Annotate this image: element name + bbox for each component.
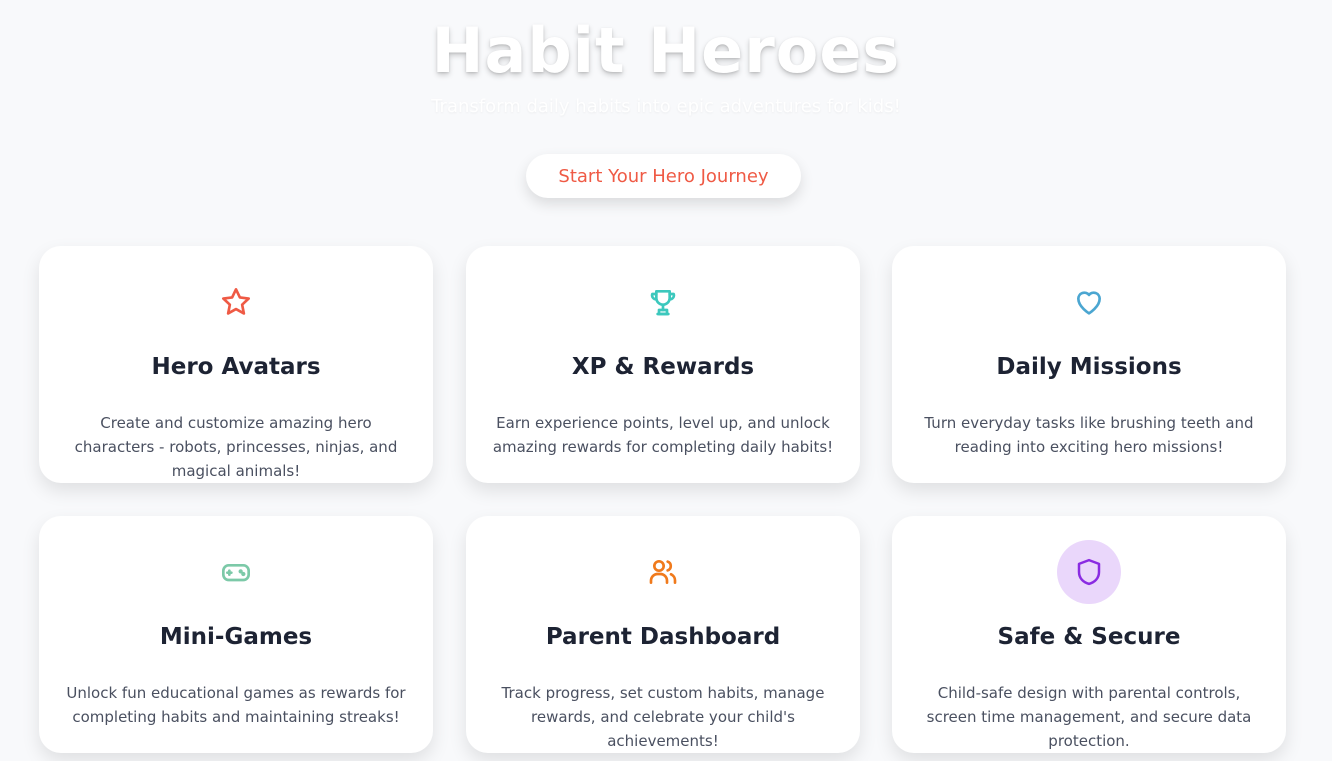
users-icon: [649, 560, 677, 584]
feature-card-daily-missions: Daily Missions Turn everyday tasks like …: [892, 246, 1286, 483]
icon-badge: [1057, 540, 1121, 604]
hero-section: Habit Heroes Transform daily habits into…: [0, 0, 1332, 246]
start-journey-button[interactable]: Start Your Hero Journey: [526, 154, 801, 198]
star-icon: [222, 288, 250, 315]
shield-icon: [1077, 558, 1101, 586]
page-title: Habit Heroes: [431, 14, 901, 87]
feature-card-hero-avatars: Hero Avatars Create and customize amazin…: [39, 246, 433, 483]
feature-title: Mini-Games: [159, 624, 313, 650]
feature-title: Hero Avatars: [151, 354, 321, 380]
feature-title: Daily Missions: [996, 354, 1182, 380]
feature-card-mini-games: Mini-Games Unlock fun educational games …: [39, 516, 433, 753]
feature-description: Child-safe design with parental controls…: [926, 684, 1252, 750]
feature-description: Turn everyday tasks like brushing teeth …: [924, 414, 1254, 456]
feature-description: Earn experience points, level up, and un…: [492, 414, 834, 456]
feature-description: Unlock fun educational games as rewards …: [66, 684, 406, 726]
feature-description: Track progress, set custom habits, manag…: [501, 684, 825, 750]
trophy-icon: [650, 290, 676, 316]
feature-card-xp-rewards: XP & Rewards Earn experience points, lev…: [466, 246, 860, 483]
gamepad-icon: [222, 564, 250, 582]
feature-description: Create and customize amazing hero charac…: [74, 414, 398, 480]
feature-title: XP & Rewards: [571, 354, 755, 380]
feature-title: Safe & Secure: [997, 624, 1181, 650]
feature-title: Parent Dashboard: [545, 624, 781, 650]
page-subtitle: Transform daily habits into epic adventu…: [431, 96, 901, 117]
feature-card-safe-secure: Safe & Secure Child-safe design with par…: [892, 516, 1286, 753]
heart-icon: [1077, 291, 1101, 315]
feature-card-parent-dashboard: Parent Dashboard Track progress, set cus…: [466, 516, 860, 753]
